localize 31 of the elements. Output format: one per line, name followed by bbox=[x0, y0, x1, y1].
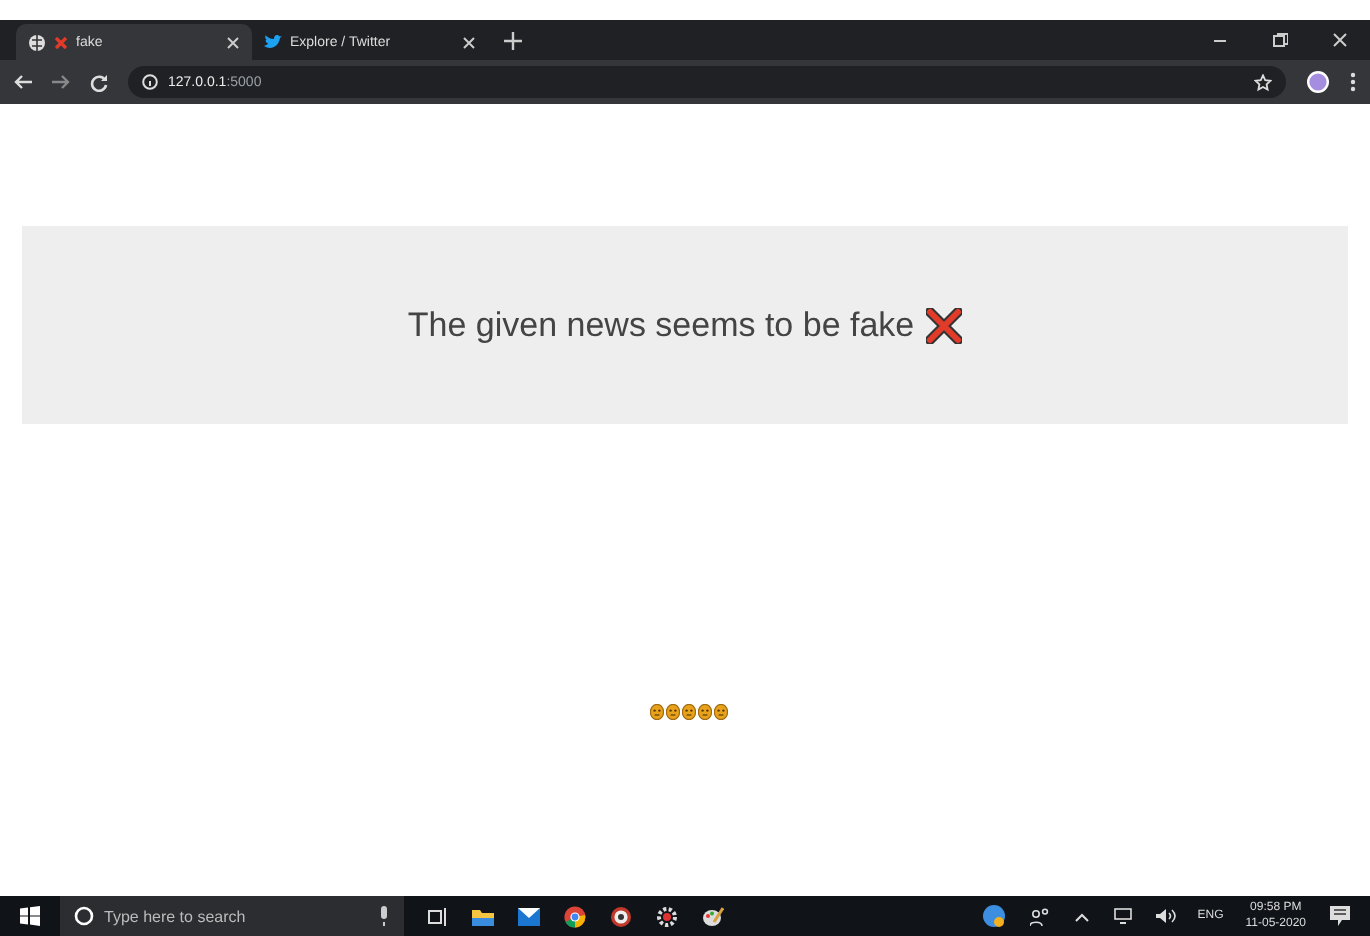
star-icon[interactable] bbox=[1254, 73, 1272, 91]
cross-mark-icon bbox=[926, 307, 963, 343]
search-field[interactable]: Type here to search bbox=[60, 896, 404, 936]
plus-icon[interactable] bbox=[504, 32, 522, 50]
back-arrow-icon[interactable] bbox=[14, 74, 32, 90]
caret-up-icon[interactable] bbox=[1073, 911, 1090, 921]
speaker-icon[interactable] bbox=[1155, 908, 1176, 924]
close-icon[interactable] bbox=[1332, 32, 1348, 48]
close-icon[interactable] bbox=[226, 35, 240, 49]
microphone-icon[interactable] bbox=[378, 906, 390, 926]
close-icon[interactable] bbox=[462, 35, 476, 49]
restore-icon[interactable] bbox=[1272, 32, 1288, 48]
task-view-icon[interactable] bbox=[428, 907, 448, 925]
bird-icon bbox=[264, 34, 282, 50]
gear-icon[interactable] bbox=[656, 905, 678, 927]
disc-icon[interactable] bbox=[610, 905, 632, 927]
forward-arrow-icon[interactable] bbox=[52, 74, 70, 90]
search-icon bbox=[74, 906, 94, 926]
reload-icon[interactable] bbox=[90, 73, 108, 91]
avatar-icon[interactable] bbox=[1306, 70, 1330, 94]
info-icon bbox=[142, 74, 158, 90]
folder-icon[interactable] bbox=[472, 907, 494, 925]
mail-icon[interactable] bbox=[518, 907, 540, 925]
globe-icon bbox=[28, 33, 46, 51]
windows-icon[interactable] bbox=[20, 906, 40, 926]
cross-icon bbox=[54, 35, 68, 49]
chrome-icon[interactable] bbox=[564, 905, 586, 927]
notification-icon[interactable] bbox=[1330, 906, 1350, 926]
menu-icon[interactable] bbox=[1350, 72, 1356, 92]
paint-icon[interactable] bbox=[702, 905, 724, 927]
result-message: The given news seems to be fake bbox=[407, 305, 915, 345]
